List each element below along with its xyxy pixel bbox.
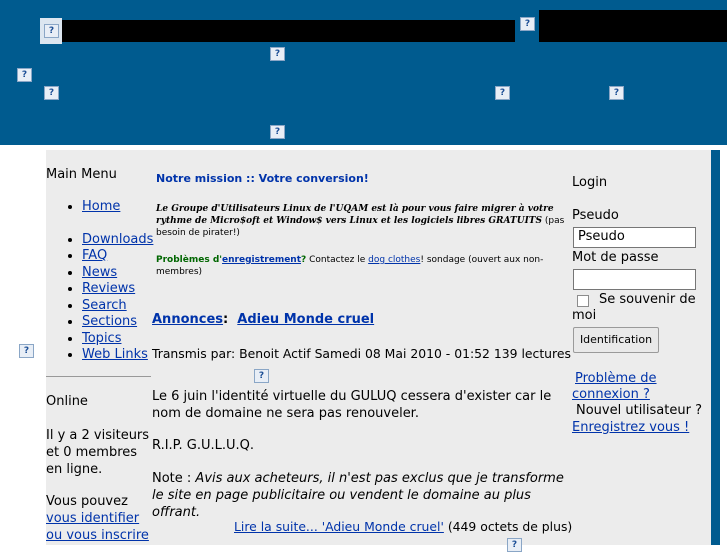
problem-prefix: Problèmes d' xyxy=(156,255,223,265)
username-label: Pseudo xyxy=(572,208,619,223)
login-button[interactable]: Identification xyxy=(573,327,659,353)
article-rip: R.I.P. G.U.L.U.Q. xyxy=(152,438,254,453)
menu-item-reviews[interactable]: Reviews xyxy=(82,281,178,298)
broken-image-icon: ? xyxy=(495,86,510,100)
note-prefix: Note : xyxy=(152,471,196,486)
mission-link[interactable]: Notre mission :: Votre conversion! xyxy=(156,172,369,185)
broken-image-icon: ? xyxy=(507,538,522,552)
broken-image-icon: ? xyxy=(520,17,535,31)
online-suffix: en ligne. xyxy=(46,462,103,477)
right-border-bar xyxy=(711,150,720,545)
article-title-link[interactable]: Adieu Monde cruel xyxy=(237,312,374,327)
online-register-link[interactable]: ou vous inscrire xyxy=(46,528,149,543)
online-info: Il y a 2 visiteurs et 0 membres en ligne… xyxy=(46,427,151,544)
broken-image-icon: ? xyxy=(44,24,59,38)
article-meta: Transmis par: Benoit Actif Samedi 08 Mai… xyxy=(152,346,571,361)
connection-problem-link[interactable]: Problème de connexion ? xyxy=(572,371,682,403)
read-more-link[interactable]: Lire la suite... 'Adieu Monde cruel' xyxy=(234,519,444,534)
heading-colon: : xyxy=(223,312,229,327)
contact-text: Contactez le xyxy=(306,255,369,265)
password-label: Mot de passe xyxy=(572,250,659,265)
article-body: Le 6 juin l'identité virtuelle du GULUQ … xyxy=(152,389,552,421)
register-link[interactable]: Enregistrez vous ! xyxy=(572,420,689,435)
remember-label: Se souvenir de moi xyxy=(572,292,696,323)
read-more: Lire la suite... 'Adieu Monde cruel' (44… xyxy=(234,519,572,534)
broken-image-icon: ? xyxy=(44,86,59,100)
online-title: Online xyxy=(46,394,88,409)
article-heading: Annonces: Adieu Monde cruel xyxy=(152,312,374,327)
dog-clothes-link[interactable]: dog clothes xyxy=(368,255,420,265)
broken-image-icon: ? xyxy=(254,369,269,383)
note-text: Avis aux acheteurs, il n'est pas exclus … xyxy=(152,471,564,520)
broken-image-icon: ? xyxy=(270,47,285,61)
menu-item-topics[interactable]: Topics xyxy=(82,331,178,348)
online-members: et 0 membres xyxy=(46,445,138,460)
online-visitors: Il y a 2 visiteurs xyxy=(46,428,150,443)
intro-text: Le Groupe d'Utilisateurs Linux de l'UQAM… xyxy=(156,203,570,239)
online-login-link[interactable]: vous identifier xyxy=(46,511,139,526)
extra-bytes: (449 octets de plus) xyxy=(443,519,573,534)
header-right-bar xyxy=(539,10,727,42)
login-title: Login xyxy=(572,175,608,190)
password-input[interactable] xyxy=(573,269,696,290)
username-input[interactable]: Pseudo xyxy=(573,227,696,248)
menu-divider xyxy=(46,376,151,377)
intro-italic: Le Groupe d'Utilisateurs Linux de l'UQAM… xyxy=(156,204,554,226)
broken-image-icon: ? xyxy=(19,344,34,358)
problem-text: Problèmes d'enregistrement? Contactez le… xyxy=(156,254,566,278)
main-menu-title: Main Menu xyxy=(46,167,117,182)
site-header: ? ? ? ? ? ? ? ? xyxy=(0,0,727,145)
broken-image-icon: ? xyxy=(609,86,624,100)
broken-image-icon: ? xyxy=(17,68,32,82)
article-note: Note : Avis aux acheteurs, il n'est pas … xyxy=(152,470,566,521)
category-link[interactable]: Annonces xyxy=(152,312,223,327)
broken-image-icon: ? xyxy=(270,125,285,139)
online-invite: Vous pouvez xyxy=(46,494,128,509)
registration-link[interactable]: enregistrement xyxy=(222,255,301,265)
new-user-text: Nouvel utilisateur ? xyxy=(576,403,702,418)
header-title-bar xyxy=(62,20,515,42)
